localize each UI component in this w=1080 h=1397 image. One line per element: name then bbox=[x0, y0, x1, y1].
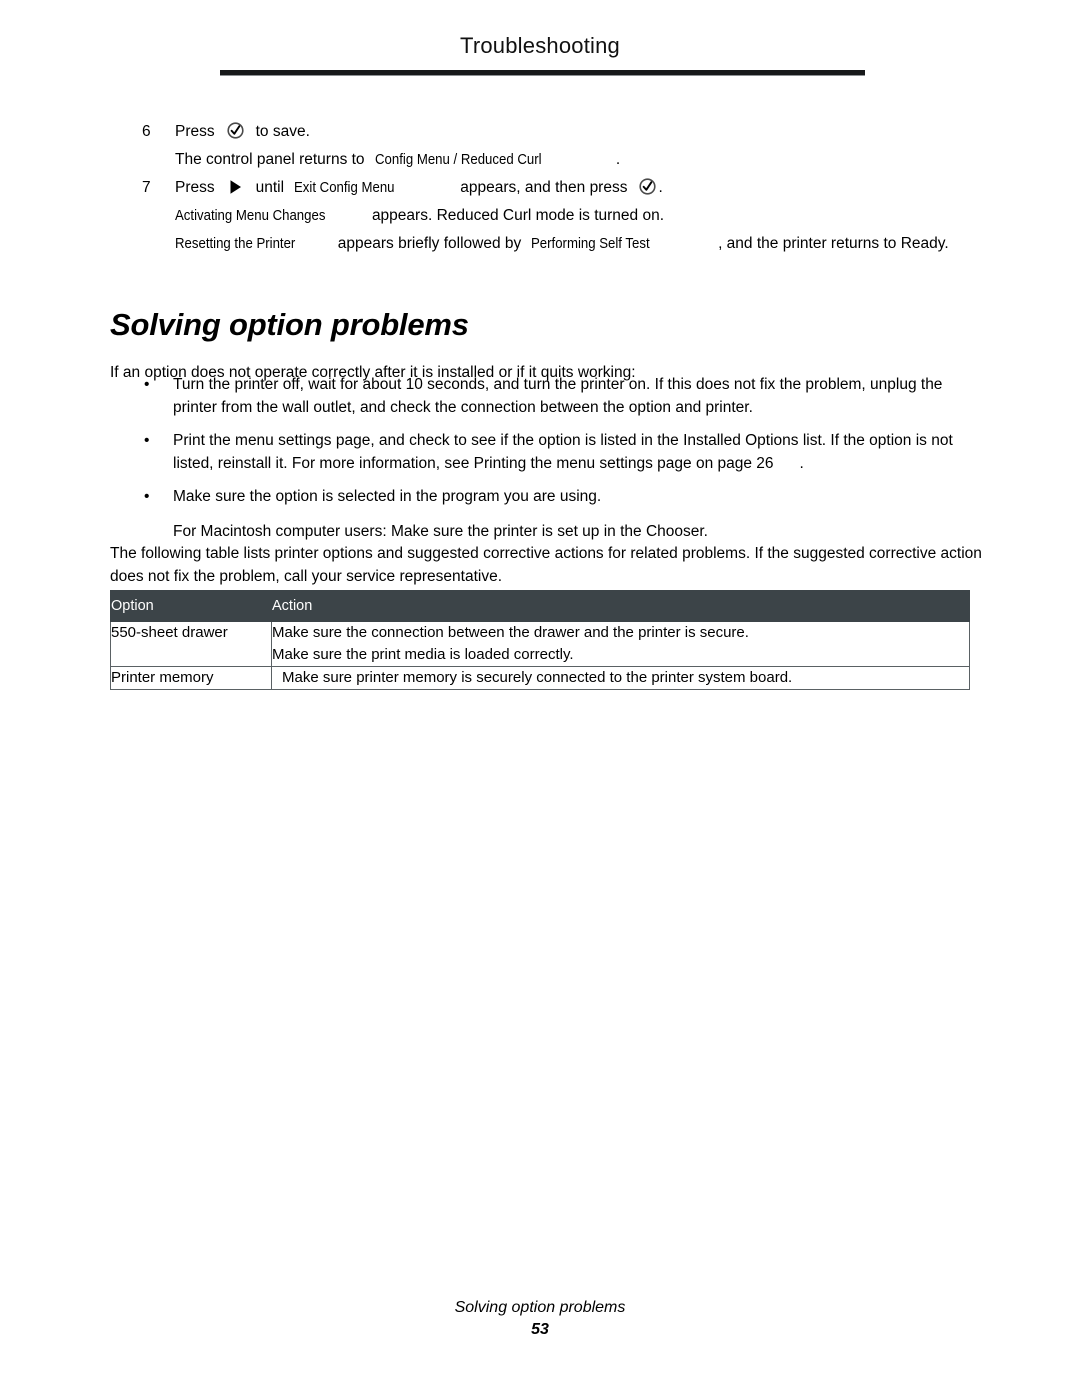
step-subtext-row: The control panel returns to Config Menu … bbox=[142, 146, 1002, 174]
step-tail-text: to save. bbox=[255, 123, 310, 140]
control-panel-message: Config Menu / Reduced Curl bbox=[374, 151, 542, 168]
table-row: 550-sheet drawer Make sure the connectio… bbox=[110, 621, 970, 667]
step-number: 6 bbox=[142, 123, 151, 140]
step-note: Activating Menu Changes appears. Reduced … bbox=[175, 202, 1002, 230]
footer-page-number: 53 bbox=[531, 1321, 549, 1338]
page-header-title: Troubleshooting bbox=[460, 33, 620, 58]
table-header-row: Option Action bbox=[110, 590, 970, 622]
list-item-text: Turn the printer off, wait for about 10 … bbox=[173, 376, 943, 416]
step-note-row: Resetting the Printer appears briefly fol… bbox=[142, 230, 1002, 258]
list-item: • Turn the printer off, wait for about 1… bbox=[110, 373, 990, 419]
step-number: 7 bbox=[142, 179, 151, 196]
list-item-main: Print the menu settings page, and check … bbox=[173, 432, 953, 472]
header-divider-rule bbox=[220, 70, 865, 76]
options-table: Option Action 550-sheet drawer Make sure… bbox=[110, 590, 970, 690]
action-line: Make sure printer memory is securely con… bbox=[282, 669, 793, 686]
page-footer: Solving option problems 53 bbox=[0, 1297, 1080, 1341]
list-item-suffix: . bbox=[799, 455, 804, 472]
step-tail-text: appears, and then press bbox=[460, 179, 628, 196]
table-header: Option Action bbox=[110, 590, 970, 622]
bullet-marker: • bbox=[144, 488, 150, 505]
control-panel-message: Performing Self Test bbox=[531, 235, 650, 252]
column-header-action: Action bbox=[271, 590, 970, 622]
step-note-text-tail: , and the printer returns to Ready. bbox=[718, 235, 949, 252]
list-item-text: Make sure the option is selected in the … bbox=[173, 488, 602, 505]
cell-option: 550-sheet drawer bbox=[110, 621, 272, 667]
step-note-text: appears briefly followed by bbox=[337, 235, 522, 252]
cell-action: Make sure the connection between the dra… bbox=[271, 621, 970, 667]
right-arrow-icon bbox=[228, 177, 243, 194]
list-item: • Print the menu settings page, and chec… bbox=[110, 429, 990, 475]
step-item: 6 Press to save. bbox=[142, 118, 1002, 146]
step-press-label: Press bbox=[175, 123, 215, 140]
step-text: Press to save. bbox=[175, 118, 1002, 146]
step-note: Resetting the Printer appears briefly fol… bbox=[175, 230, 1002, 258]
control-panel-message: Exit Config Menu bbox=[294, 179, 395, 196]
cell-option: Printer memory bbox=[110, 666, 272, 690]
control-panel-message: Resetting the Printer bbox=[175, 235, 296, 252]
list-item-text: Print the menu settings page, and check … bbox=[173, 429, 990, 475]
select-check-icon bbox=[227, 121, 244, 139]
outro-paragraph: The following table lists printer option… bbox=[110, 544, 982, 585]
table-row: Printer memory Make sure printer memory … bbox=[110, 666, 970, 690]
action-line: Make sure the print media is loaded corr… bbox=[272, 646, 574, 663]
macintosh-note: For Macintosh computer users: Make sure … bbox=[173, 523, 708, 540]
document-page: Troubleshooting 6 Press to save. The cont… bbox=[0, 0, 1080, 1397]
step-end-punctuation: . bbox=[658, 179, 663, 196]
bullet-marker: • bbox=[144, 376, 150, 393]
section-heading: Solving option problems bbox=[110, 306, 469, 342]
cell-action: Make sure printer memory is securely con… bbox=[271, 666, 970, 690]
step-press-label: Press bbox=[175, 179, 215, 196]
step-subtext-lead: The control panel returns to bbox=[175, 151, 365, 168]
select-check-icon bbox=[639, 177, 657, 195]
table-body: 550-sheet drawer Make sure the connectio… bbox=[110, 621, 970, 690]
step-subtext-tail: . bbox=[615, 151, 621, 168]
bullet-list: • Turn the printer off, wait for about 1… bbox=[110, 373, 990, 553]
column-header-option: Option bbox=[110, 590, 272, 622]
bullet-marker: • bbox=[144, 432, 150, 449]
step-text: Press until Exit Config Menu appears, and t… bbox=[175, 174, 1002, 202]
step-note-row: Activating Menu Changes appears. Reduced … bbox=[142, 202, 1002, 230]
list-item: • Make sure the option is selected in th… bbox=[110, 485, 990, 543]
step-item: 7 Press until Exit Config Menu appears, and… bbox=[142, 174, 1002, 202]
numbered-step-list: 6 Press to save. The control panel return… bbox=[142, 118, 1002, 258]
control-panel-message: Activating Menu Changes bbox=[175, 207, 326, 224]
step-subtext: The control panel returns to Config Menu … bbox=[175, 146, 1002, 174]
footer-section-title: Solving option problems bbox=[454, 1299, 626, 1316]
step-note-text: appears. Reduced Curl mode is turned on. bbox=[371, 207, 665, 224]
action-line: Make sure the connection between the dra… bbox=[272, 624, 749, 641]
step-mid-text: until bbox=[255, 179, 285, 196]
